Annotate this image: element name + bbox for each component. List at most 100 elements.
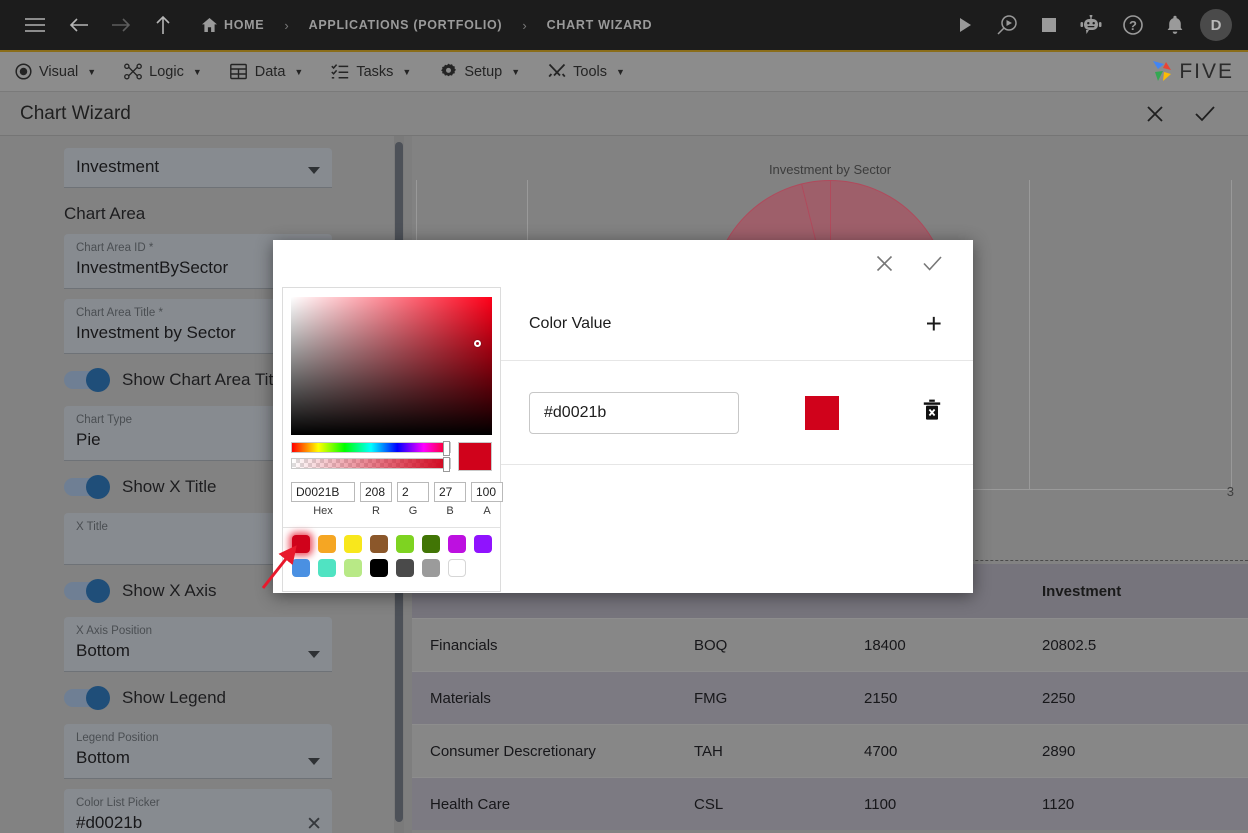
color-list-picker-label: Color List Picker	[76, 797, 160, 809]
five-wordmark: FIVE	[1179, 59, 1234, 83]
swatch-white[interactable]	[448, 559, 466, 577]
avatar[interactable]: D	[1200, 9, 1232, 41]
x-axis-position-field[interactable]: X Axis Position Bottom	[64, 617, 332, 672]
dialog-header	[273, 240, 973, 287]
arrow-left-icon[interactable]	[62, 8, 96, 42]
hamburger-icon[interactable]	[18, 8, 52, 42]
run-icon[interactable]	[948, 8, 982, 42]
breadcrumb-item-home[interactable]: HOME	[196, 18, 270, 32]
trash-icon[interactable]	[922, 399, 942, 426]
toggle-switch[interactable]	[64, 686, 110, 710]
table-row[interactable]: Financials BOQ 18400 20802.5	[412, 618, 1248, 671]
color-chip[interactable]	[805, 395, 839, 430]
swatch-dark-green[interactable]	[422, 535, 440, 553]
alpha-slider[interactable]	[291, 457, 451, 472]
swatch-yellow[interactable]	[344, 535, 362, 553]
breadcrumb: HOME › APPLICATIONS (PORTFOLIO) › CHART …	[196, 18, 658, 33]
debug-run-icon[interactable]	[990, 8, 1024, 42]
chevron-down-icon: ▼	[616, 66, 625, 77]
slider-group	[291, 441, 492, 472]
add-color-button[interactable]: +	[926, 309, 942, 338]
swatch-pale-green[interactable]	[344, 559, 362, 577]
table-cell-value: 1100	[864, 795, 897, 813]
hue-slider[interactable]	[291, 441, 451, 456]
y-axis-tick-label: 3	[1226, 484, 1234, 499]
swatch-brown[interactable]	[370, 535, 388, 553]
help-icon[interactable]: ?	[1116, 8, 1150, 42]
alpha-slider-handle[interactable]	[443, 457, 450, 472]
swatch-red[interactable]	[292, 535, 310, 553]
menu-item-tools[interactable]: Tools ▼	[534, 52, 639, 92]
dialog-confirm-button[interactable]	[919, 251, 945, 277]
color-hex-input[interactable]: #d0021b	[529, 391, 739, 434]
menu-label-setup: Setup	[464, 63, 503, 80]
source-field[interactable]: Investment	[64, 148, 332, 188]
table-cell-investment: 20802.5	[1042, 636, 1097, 654]
green-input-group: 2 G	[397, 482, 429, 517]
swatch-orange[interactable]	[318, 535, 336, 553]
alpha-input[interactable]: 100	[471, 482, 503, 502]
toggle-switch[interactable]	[64, 368, 110, 392]
clear-icon[interactable]: ✕	[306, 815, 322, 833]
menu-label-visual: Visual	[39, 63, 79, 80]
saturation-cursor[interactable]	[474, 340, 481, 347]
swatch-gray[interactable]	[422, 559, 440, 577]
home-icon	[202, 18, 217, 32]
chatbot-icon[interactable]	[1074, 8, 1108, 42]
hex-input-group: D0021B Hex	[291, 482, 355, 517]
close-page-button[interactable]	[1142, 101, 1168, 127]
color-value-inputs: D0021B Hex 208 R 2 G 27 B 100 A	[291, 482, 503, 517]
swatch-magenta[interactable]	[448, 535, 466, 553]
toggle-knob	[86, 368, 110, 392]
red-input-label: R	[372, 505, 380, 517]
swatch-teal[interactable]	[318, 559, 336, 577]
menu-item-tasks[interactable]: Tasks ▼	[317, 52, 425, 92]
table-row[interactable]: Materials FMG 2150 2250	[412, 671, 1248, 724]
chevron-down-icon: ▼	[511, 66, 521, 77]
hex-input[interactable]: D0021B	[291, 482, 355, 502]
swatch-blue[interactable]	[292, 559, 310, 577]
confirm-page-button[interactable]	[1192, 101, 1218, 127]
menu-item-visual[interactable]: Visual ▼	[0, 52, 110, 92]
table-cell-sector: Consumer Descretionary	[430, 742, 596, 760]
main-menu-bar: Visual ▼ Logic ▼ Data ▼ Tasks ▼ Setup ▼ …	[0, 52, 1248, 92]
show-legend-toggle[interactable]: Show Legend	[64, 686, 404, 710]
menu-item-logic[interactable]: Logic ▼	[110, 52, 216, 92]
color-value-row: #d0021b	[501, 361, 973, 465]
red-input[interactable]: 208	[360, 482, 392, 502]
nav-arrow-group	[62, 8, 180, 42]
swatch-black[interactable]	[370, 559, 388, 577]
swatch-dark-gray[interactable]	[396, 559, 414, 577]
table-cell-value: 18400	[864, 636, 906, 654]
menu-item-setup[interactable]: Setup ▼	[425, 52, 534, 92]
legend-position-label: Legend Position	[76, 732, 159, 744]
stop-icon[interactable]	[1032, 8, 1066, 42]
toggle-label: Show X Title	[122, 477, 217, 496]
color-value-pane: Color Value + #d0021b	[501, 287, 973, 593]
table-cell-sector: Health Care	[430, 795, 511, 813]
color-list-picker-field[interactable]: Color List Picker #d0021b ✕	[64, 789, 332, 833]
dialog-close-button[interactable]	[871, 251, 897, 277]
hue-slider-handle[interactable]	[443, 441, 450, 456]
chart-title: Investment by Sector	[768, 162, 892, 177]
chevron-down-icon: ▼	[294, 66, 304, 77]
table-row[interactable]: Health Care CSL 1100 1120	[412, 777, 1248, 830]
green-input[interactable]: 2	[397, 482, 429, 502]
data-table: Investment Financials BOQ 18400 20802.5 …	[412, 564, 1248, 830]
saturation-value-area[interactable]	[291, 297, 492, 435]
swatch-light-green[interactable]	[396, 535, 414, 553]
toggle-switch[interactable]	[64, 475, 110, 499]
table-row[interactable]: Consumer Descretionary TAH 4700 2890	[412, 724, 1248, 777]
blue-input[interactable]: 27	[434, 482, 466, 502]
legend-position-field[interactable]: Legend Position Bottom	[64, 724, 332, 779]
swatch-purple[interactable]	[474, 535, 492, 553]
arrow-up-icon[interactable]	[146, 8, 180, 42]
table-cell-code: FMG	[694, 689, 728, 707]
breadcrumb-item-chart-wizard[interactable]: CHART WIZARD	[541, 18, 659, 32]
breadcrumb-item-applications[interactable]: APPLICATIONS (PORTFOLIO)	[303, 18, 509, 32]
toggle-switch[interactable]	[64, 579, 110, 603]
arrow-right-icon[interactable]	[104, 8, 138, 42]
chevron-down-icon: ▼	[192, 66, 202, 77]
menu-item-data[interactable]: Data ▼	[216, 52, 318, 92]
notifications-bell-icon[interactable]	[1158, 8, 1192, 42]
